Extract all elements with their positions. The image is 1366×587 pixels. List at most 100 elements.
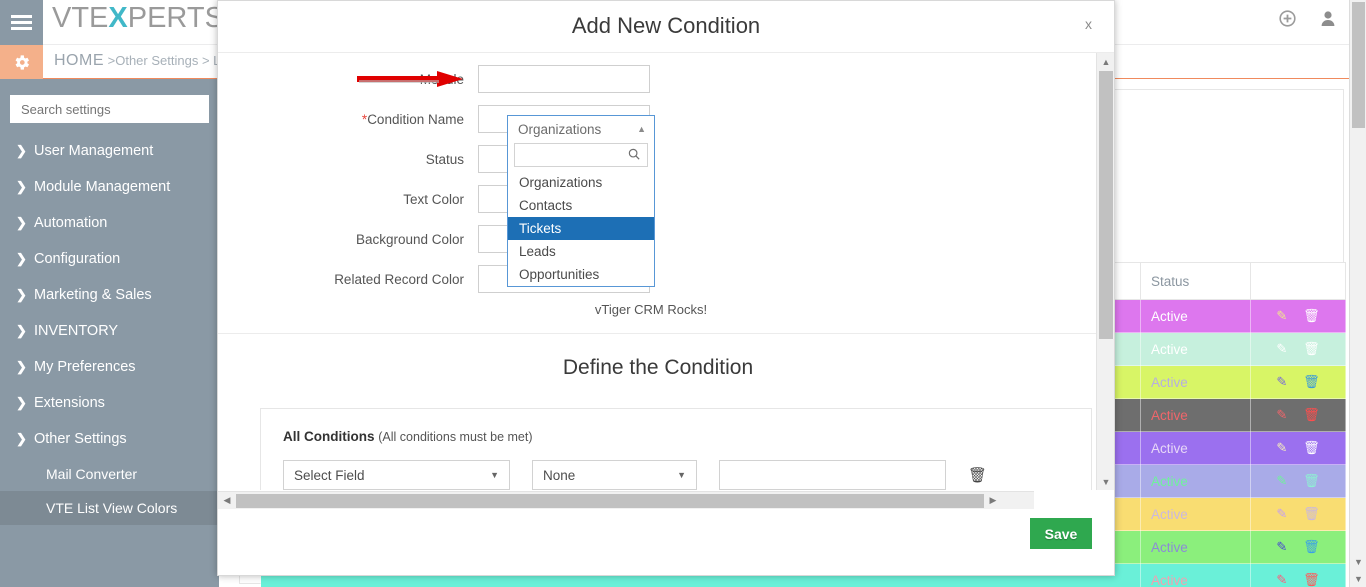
pencil-icon[interactable]: ✎ xyxy=(1276,407,1287,422)
breadcrumb-sep-2: > xyxy=(201,53,210,68)
page-scrollbar[interactable]: ▼ ▼ xyxy=(1349,0,1366,587)
trash-icon[interactable]: 🗑 xyxy=(1303,539,1320,554)
label-text-color: Text Color xyxy=(403,191,464,207)
search-input[interactable] xyxy=(19,100,200,118)
module-option-leads[interactable]: Leads xyxy=(508,240,654,263)
form-row-background-color: Background Color xyxy=(218,219,1114,259)
sidebar-item-my-preferences[interactable]: ❯ My Preferences xyxy=(0,349,219,385)
pencil-icon[interactable]: ✎ xyxy=(1276,374,1287,389)
sidebar-item-automation[interactable]: ❯ Automation xyxy=(0,205,219,241)
conditions-group-hint: (All conditions must be met) xyxy=(378,430,533,444)
triangle-down-icon[interactable]: ▼ xyxy=(1097,473,1114,490)
select-field-value: Select Field xyxy=(294,467,365,483)
row-status-cell: Active xyxy=(1140,365,1251,399)
trash-icon[interactable]: 🗑 xyxy=(1303,572,1320,587)
label-related-record-color: Related Record Color xyxy=(334,271,464,287)
trash-icon[interactable]: 🗑 xyxy=(1303,308,1320,323)
sidebar-item-other-settings[interactable]: ❯ Other Settings xyxy=(0,421,219,457)
pencil-icon[interactable]: ✎ xyxy=(1276,539,1287,554)
module-select-placeholder[interactable] xyxy=(478,65,650,93)
preview-text: vTiger CRM Rocks! xyxy=(594,302,708,317)
column-header-status[interactable]: Status xyxy=(1140,262,1251,300)
row-status-cell: Active xyxy=(1140,299,1251,333)
menu-button[interactable] xyxy=(0,0,43,45)
sidebar-item-marketing-sales[interactable]: ❯ Marketing & Sales xyxy=(0,277,219,313)
pencil-icon[interactable]: ✎ xyxy=(1276,308,1287,323)
chevron-down-icon: ▼ xyxy=(490,470,499,480)
column-header-actions xyxy=(1250,262,1346,300)
section-divider xyxy=(218,333,1114,334)
modal-vertical-scrollbar[interactable]: ▲ ▼ xyxy=(1096,53,1114,490)
triangle-up-icon[interactable]: ▲ xyxy=(1097,53,1114,70)
triangle-down-icon[interactable]: ▼ xyxy=(1350,553,1366,570)
chevron-right-icon: ❯ xyxy=(16,287,27,302)
modal-vertical-scrollbar-thumb[interactable] xyxy=(1099,71,1113,339)
sidebar-item-user-management[interactable]: ❯ User Management xyxy=(0,133,219,169)
sidebar-item-extensions[interactable]: ❯ Extensions xyxy=(0,385,219,421)
pencil-icon[interactable]: ✎ xyxy=(1276,572,1287,587)
sidebar-item-label: Module Management xyxy=(34,179,171,195)
pencil-icon[interactable]: ✎ xyxy=(1276,341,1287,356)
settings-button[interactable] xyxy=(0,45,43,79)
plus-circle-icon[interactable] xyxy=(1279,10,1296,32)
condition-value-input[interactable] xyxy=(719,460,946,490)
chevron-right-icon: ❯ xyxy=(16,179,27,194)
select-field-dropdown[interactable]: Select Field ▼ xyxy=(283,460,510,490)
operator-dropdown[interactable]: None ▼ xyxy=(532,460,697,490)
modal-horizontal-scrollbar[interactable]: ◀ ▶ xyxy=(218,491,1034,509)
user-icon[interactable] xyxy=(1320,10,1336,32)
sidebar-item-label: User Management xyxy=(34,143,154,159)
triangle-left-icon[interactable]: ◀ xyxy=(218,492,236,510)
row-status-cell: Active xyxy=(1140,398,1251,432)
chevron-right-icon: ❯ xyxy=(16,215,27,230)
trash-icon[interactable]: 🗑 xyxy=(968,466,987,484)
brand-prefix: VTE xyxy=(52,2,109,34)
sidebar-item-vte-list-view-colors[interactable]: VTE List View Colors xyxy=(0,491,219,525)
label-condition-name-text: Condition Name xyxy=(367,111,464,127)
pencil-icon[interactable]: ✎ xyxy=(1276,440,1287,455)
close-icon[interactable]: x xyxy=(1085,16,1092,32)
trash-icon[interactable]: 🗑 xyxy=(1303,506,1320,521)
module-dropdown-selected[interactable]: Organizations ▲ xyxy=(508,116,654,142)
search-settings-wrap[interactable] xyxy=(10,95,209,123)
sidebar-item-inventory[interactable]: ❯ INVENTORY xyxy=(0,313,219,349)
sidebar-item-module-management[interactable]: ❯ Module Management xyxy=(0,169,219,205)
module-option-contacts[interactable]: Contacts xyxy=(508,194,654,217)
row-actions-cell: ✎ 🗑 xyxy=(1250,497,1346,531)
module-option-organizations[interactable]: Organizations xyxy=(508,171,654,194)
chevron-right-icon: ❯ xyxy=(16,323,27,338)
conditions-group-label: All Conditions xyxy=(283,429,375,444)
sidebar-item-configuration[interactable]: ❯ Configuration xyxy=(0,241,219,277)
module-option-opportunities[interactable]: Opportunities xyxy=(508,263,654,286)
row-status-cell: Active xyxy=(1140,464,1251,498)
row-actions-cell: ✎ 🗑 xyxy=(1250,530,1346,564)
modal-title: Add New Condition xyxy=(571,13,761,38)
module-option-tickets[interactable]: Tickets xyxy=(508,217,654,240)
pencil-icon[interactable]: ✎ xyxy=(1276,506,1287,521)
breadcrumb-home[interactable]: HOME xyxy=(54,52,104,69)
page-scrollbar-thumb[interactable] xyxy=(1352,2,1365,128)
pencil-icon[interactable]: ✎ xyxy=(1276,473,1287,488)
condition-row: Select Field ▼ None ▼ 🗑 xyxy=(283,460,1091,490)
sidebar-subitem-label: VTE List View Colors xyxy=(46,500,178,516)
trash-icon[interactable]: 🗑 xyxy=(1303,440,1320,455)
chevron-right-icon: ❯ xyxy=(16,251,27,266)
row-status-cell: Active xyxy=(1140,563,1251,587)
sidebar-item-label: My Preferences xyxy=(34,359,136,375)
trash-icon[interactable]: 🗑 xyxy=(1303,473,1320,488)
gear-icon xyxy=(15,54,30,70)
triangle-right-icon[interactable]: ▶ xyxy=(984,492,1002,510)
module-dropdown-search[interactable] xyxy=(514,143,648,167)
trash-icon[interactable]: 🗑 xyxy=(1303,341,1320,356)
modal-horizontal-scrollbar-thumb[interactable] xyxy=(236,493,984,508)
red-arrow-annotation xyxy=(357,70,465,88)
module-dropdown[interactable]: Organizations ▲ Organizations Contacts T… xyxy=(507,115,655,287)
triangle-down-icon[interactable]: ▼ xyxy=(1350,570,1366,587)
modal-footer: Save xyxy=(218,509,1114,575)
sidebar-item-mail-converter[interactable]: Mail Converter xyxy=(0,457,219,491)
breadcrumb-level-2[interactable]: Other Settings xyxy=(115,53,198,68)
trash-icon[interactable]: 🗑 xyxy=(1303,374,1320,389)
trash-icon[interactable]: 🗑 xyxy=(1303,407,1320,422)
modal-header: Add New Condition x xyxy=(218,1,1114,53)
save-button[interactable]: Save xyxy=(1030,518,1092,549)
